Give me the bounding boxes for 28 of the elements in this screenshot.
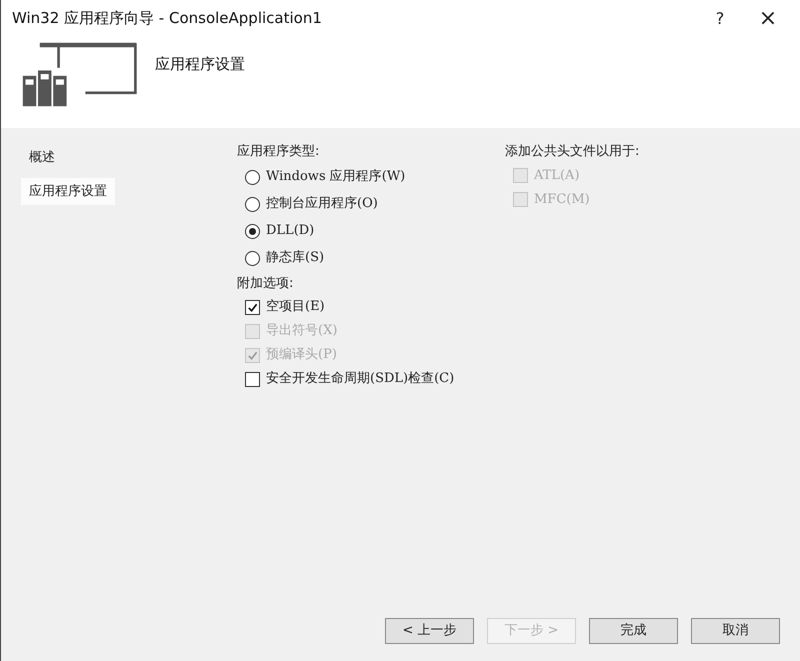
checkbox-label: 安全开发生命周期(SDL)检查(C) [266,370,454,388]
radio-label: 控制台应用程序(O) [266,195,378,214]
checkbox-label: 空项目(E) [266,298,325,316]
radio-button[interactable] [245,224,260,238]
section-label: 添加公共头文件以用于: [505,143,640,161]
checkbox[interactable] [245,372,260,386]
application-icon [21,41,139,108]
checkbox-label: MFC(M) [534,190,590,209]
page-heading: 应用程序设置 [155,54,245,75]
radio-label: Windows 应用程序(W) [266,168,406,186]
radio-button[interactable] [245,196,260,212]
close-button[interactable]: × [748,2,788,35]
section-label: 附加选项: [237,274,294,292]
radio-button[interactable] [245,170,260,184]
radio-label: 静态库(S) [266,249,324,268]
checkbox[interactable] [245,300,260,314]
radio-label: DLL(D) [266,222,314,240]
help-button[interactable]: ? [700,6,740,30]
section-label: 应用程序类型: [237,143,320,161]
checkbox-label: ATL(A) [534,166,580,185]
radio-button[interactable] [245,250,260,266]
checkbox-label: 预编译头(P) [266,346,337,364]
sidebar-item[interactable]: 应用程序设置 [21,178,115,205]
dialog-button[interactable]: 完成 [589,618,678,644]
dialog-button[interactable]: < 上一步 [385,618,474,644]
dialog-button[interactable]: 取消 [691,618,780,644]
checkbox-label: 导出符号(X) [266,322,338,340]
window-title: Win32 应用程序向导 - ConsoleApplication1 [12,8,323,30]
